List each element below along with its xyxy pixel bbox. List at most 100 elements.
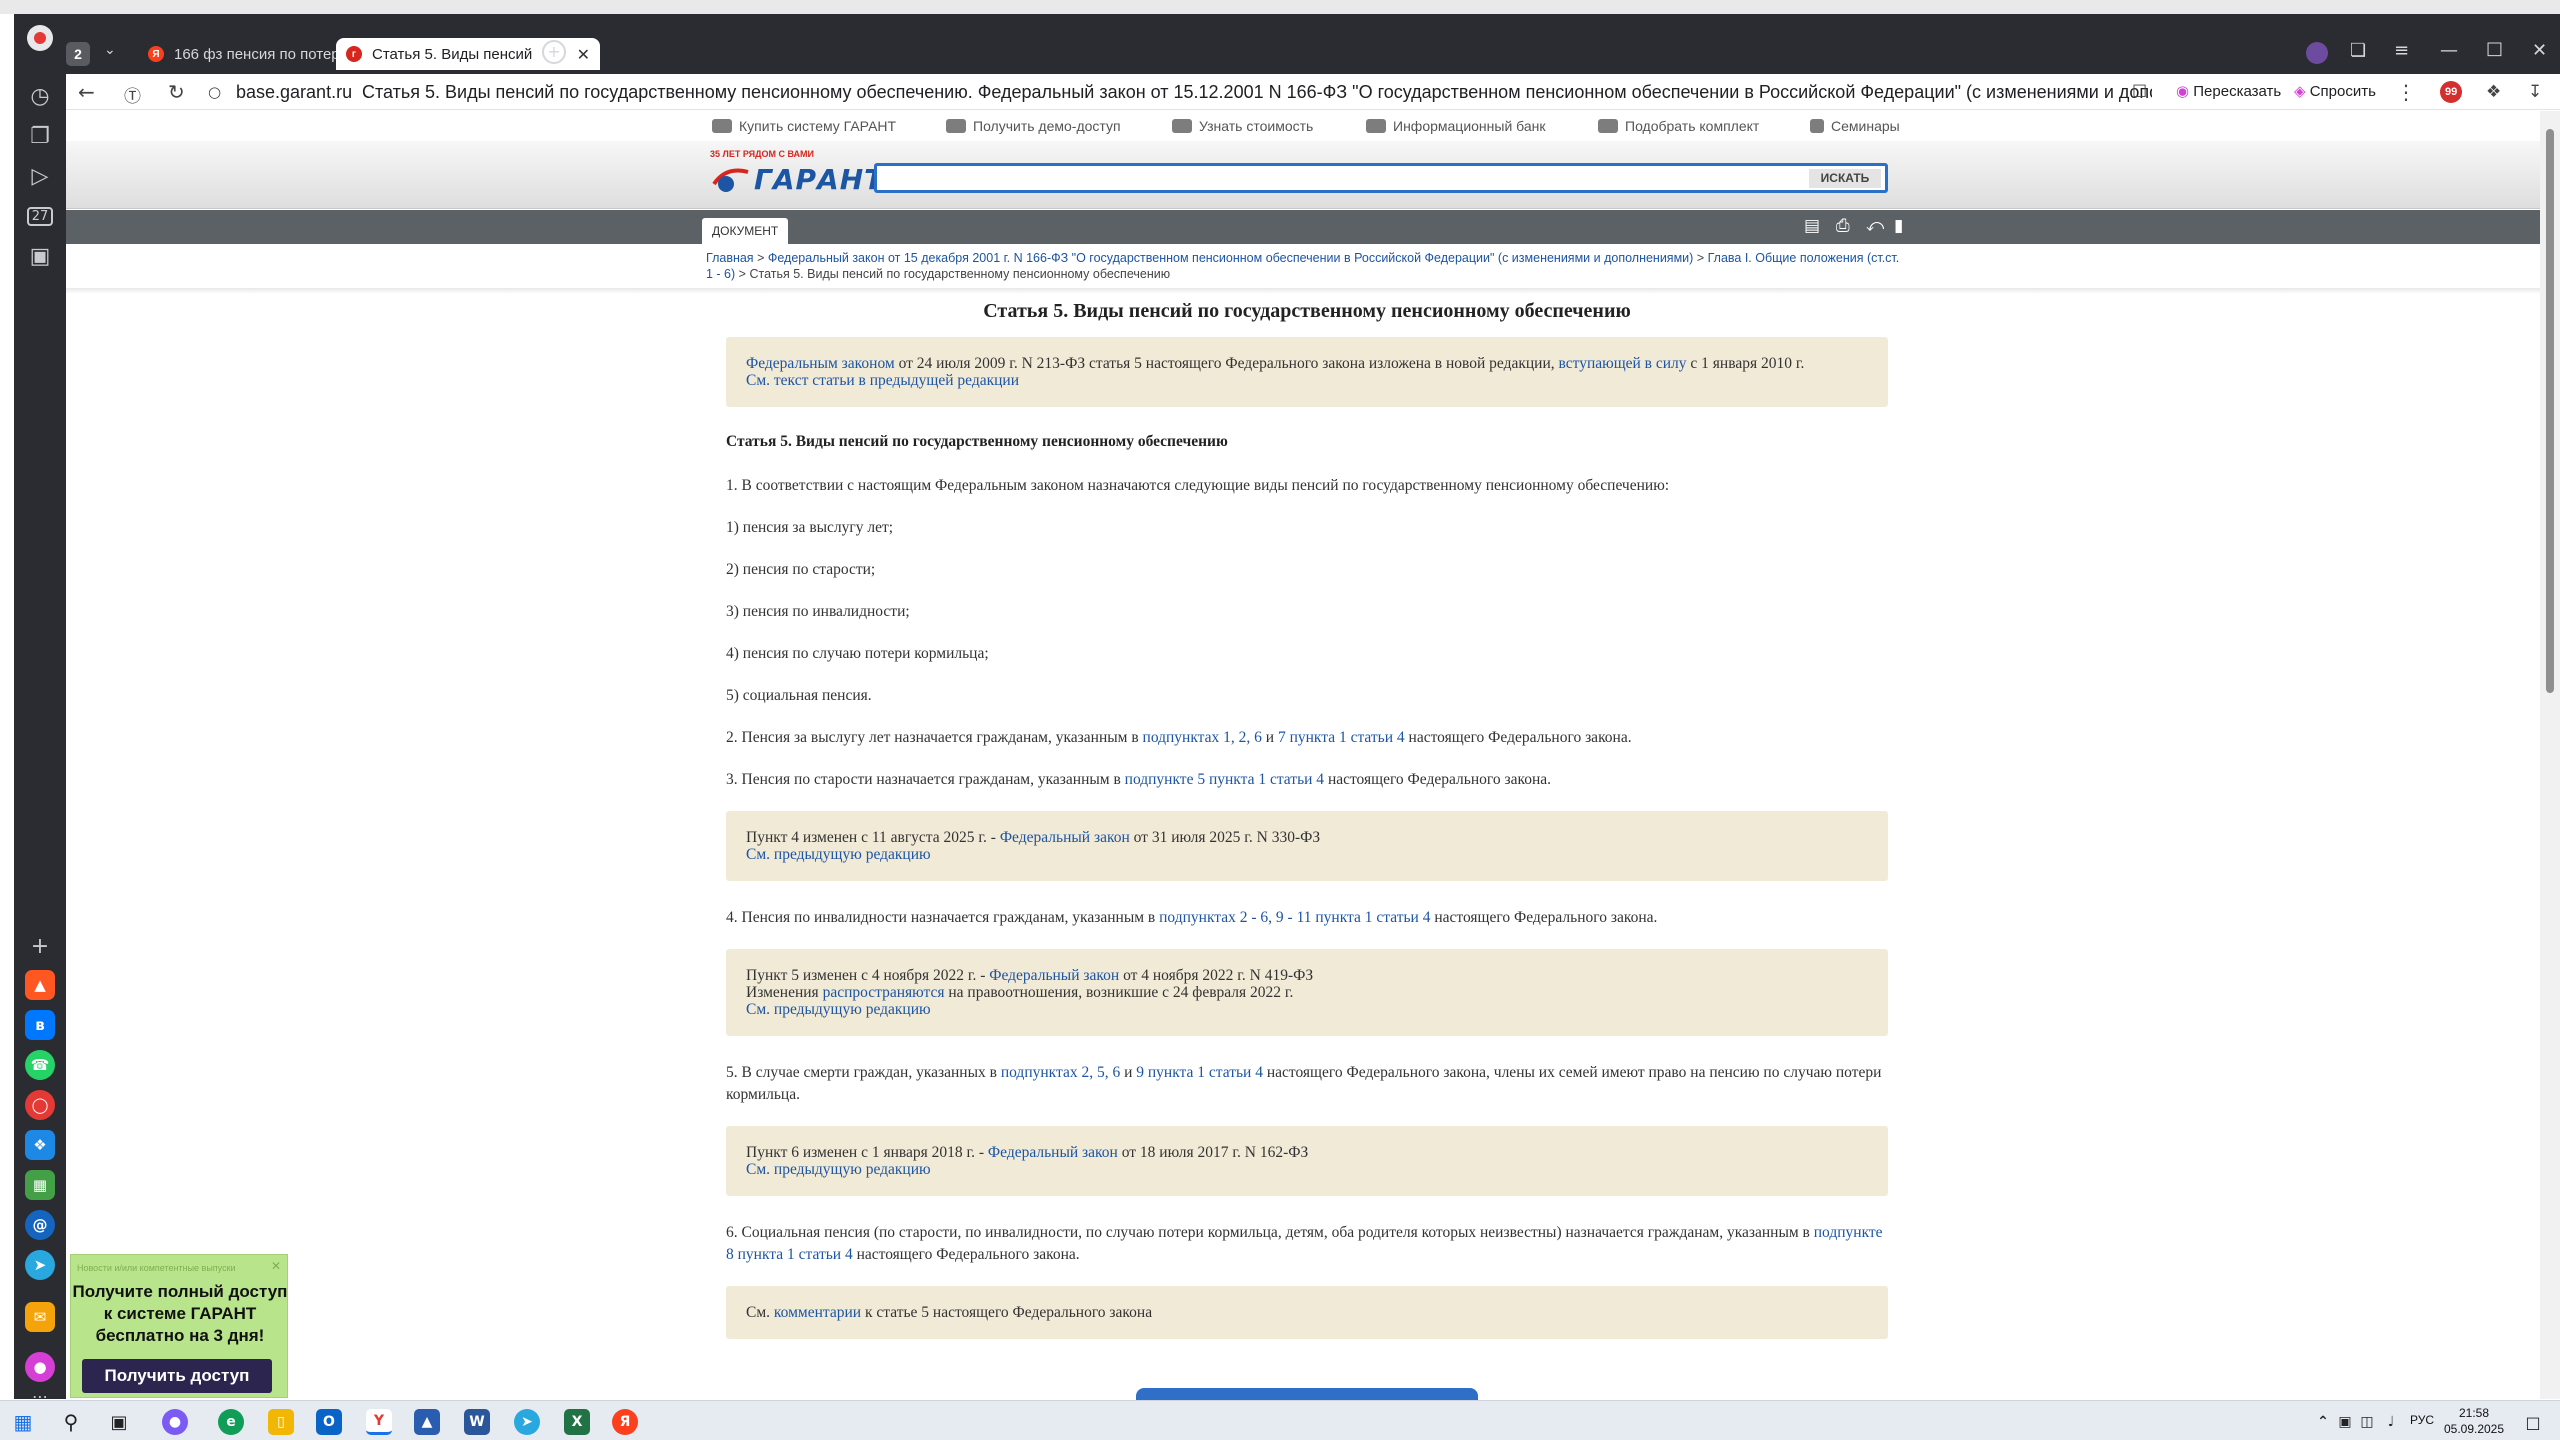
- assistant-icon[interactable]: ●: [162, 1409, 188, 1435]
- url-domain[interactable]: base.garant.ru: [236, 82, 352, 103]
- law-ref-link[interactable]: подпункте 5 пункта 1 статьи 4: [1125, 771, 1324, 788]
- law-link[interactable]: Федеральный закон: [989, 967, 1119, 984]
- bookmark-doc-icon[interactable]: ▮: [1894, 216, 1914, 236]
- note-link[interactable]: Федеральным законом: [746, 355, 895, 372]
- yandex-browser-icon[interactable]: Y: [366, 1409, 392, 1435]
- scroll-thumb[interactable]: [2546, 129, 2554, 693]
- previous-version-link[interactable]: См. предыдущую редакцию: [746, 1001, 931, 1018]
- downloads-icon[interactable]: ↧: [2528, 82, 2542, 102]
- extension-badge[interactable]: 99: [2440, 81, 2463, 103]
- video-icon[interactable]: ▷: [24, 160, 56, 192]
- nav-buy-system[interactable]: Купить систему ГАРАНТ: [712, 118, 896, 134]
- law-ref-link[interactable]: подпунктах 2, 5, 6: [1001, 1064, 1120, 1081]
- tabs-dropdown-icon[interactable]: ⌄: [104, 42, 116, 58]
- reload-icon[interactable]: ↻: [168, 80, 185, 104]
- minimize-icon[interactable]: —: [2440, 40, 2458, 61]
- previous-version-link[interactable]: См. предыдущую редакцию: [746, 1161, 931, 1178]
- paragraph-2: 2. Пенсия за выслугу лет назначается гра…: [726, 729, 1632, 746]
- page-scrollbar[interactable]: [2540, 111, 2560, 1399]
- previous-version-link[interactable]: См. текст статьи в предыдущей редакции: [746, 372, 1019, 389]
- volume-icon[interactable]: ♩: [2378, 1409, 2404, 1435]
- close-tab-icon[interactable]: ✕: [569, 45, 590, 64]
- edge-icon[interactable]: e: [218, 1409, 244, 1435]
- comments-link[interactable]: комментарии: [774, 1304, 861, 1321]
- retell-button[interactable]: ◉ Пересказать: [2176, 82, 2281, 100]
- law-link[interactable]: Федеральный закон: [988, 1144, 1118, 1161]
- header-shadow: [66, 288, 2540, 294]
- law-ref-link[interactable]: 9 пункта 1 статьи 4: [1136, 1064, 1263, 1081]
- nav-info-bank[interactable]: Информационный банк: [1366, 118, 1546, 134]
- nav-price[interactable]: Узнать стоимость: [1172, 118, 1313, 134]
- whatsapp-icon[interactable]: ☎: [25, 1050, 55, 1080]
- search-taskbar-icon[interactable]: ⚲: [58, 1409, 84, 1435]
- yandex-icon[interactable]: Ⓣ: [124, 82, 141, 107]
- mail-envelope-icon[interactable]: ✉: [25, 1302, 55, 1332]
- law-link[interactable]: Федеральный закон: [1000, 829, 1130, 846]
- flame-app-icon[interactable]: ▲: [25, 970, 55, 1000]
- calendar-icon[interactable]: 27: [24, 200, 56, 232]
- breadcrumb-law[interactable]: Федеральный закон от 15 декабря 2001 г. …: [768, 251, 1693, 265]
- vk-icon[interactable]: в: [25, 1010, 55, 1040]
- yandex-app-icon[interactable]: Я: [612, 1409, 638, 1435]
- back-icon[interactable]: ←: [78, 80, 95, 104]
- add-panel-icon[interactable]: +: [24, 930, 56, 962]
- yandex-favicon-icon: Я: [148, 46, 164, 62]
- save-icon[interactable]: ▤: [1804, 216, 1824, 236]
- blue-app-icon[interactable]: ❖: [25, 1130, 55, 1160]
- share-icon[interactable]: ⤺: [1866, 216, 1886, 236]
- browser-menu-icon[interactable]: ≡: [2394, 40, 2409, 61]
- outlook-icon[interactable]: O: [316, 1409, 342, 1435]
- search-input[interactable]: ИСКАТЬ: [874, 163, 1888, 193]
- alice-icon[interactable]: ●: [25, 1352, 55, 1382]
- search-button[interactable]: ИСКАТЬ: [1809, 169, 1881, 188]
- ask-button[interactable]: ◈ Спросить: [2294, 82, 2376, 100]
- task-view-icon[interactable]: ▣: [106, 1409, 132, 1435]
- screenshot-icon[interactable]: ▣: [24, 240, 56, 272]
- nav-seminars[interactable]: Семинары: [1810, 118, 1900, 134]
- breadcrumb-home[interactable]: Главная: [706, 251, 754, 265]
- collections-icon[interactable]: ❐: [24, 120, 56, 152]
- profile-avatar[interactable]: [2306, 42, 2328, 64]
- collections-toolbar-icon[interactable]: ❏: [2350, 40, 2366, 61]
- law-ref-link[interactable]: подпунктах 2 - 6, 9 - 11 пункта 1 статьи…: [1159, 909, 1430, 926]
- more-actions-icon[interactable]: ⋮: [2396, 80, 2416, 104]
- apply-link[interactable]: распространяются: [823, 984, 945, 1001]
- system-clock[interactable]: 21:58 05.09.2025: [2440, 1405, 2508, 1437]
- tab-count-badge[interactable]: 2: [66, 42, 90, 66]
- red-app-icon[interactable]: ◯: [25, 1090, 55, 1120]
- language-indicator[interactable]: РУС: [2410, 1413, 2434, 1427]
- yandex-menu-icon[interactable]: [24, 22, 56, 54]
- start-icon[interactable]: ▦: [10, 1409, 36, 1435]
- notifications-icon[interactable]: □: [2520, 1409, 2546, 1435]
- photos-icon[interactable]: ▲: [414, 1409, 440, 1435]
- garant-logo[interactable]: 35 ЛЕТ РЯДОМ С ВАМИ ГАРАНТ: [710, 149, 883, 203]
- tab-document[interactable]: ДОКУМЕНТ: [702, 218, 789, 244]
- bookmark-icon[interactable]: ☐: [2132, 82, 2147, 102]
- get-access-button[interactable]: Получить доступ: [82, 1359, 272, 1393]
- law-ref-link[interactable]: подпунктах 1, 2, 6: [1143, 729, 1262, 746]
- excel-icon[interactable]: X: [564, 1409, 590, 1435]
- extensions-icon[interactable]: ❖: [2486, 82, 2501, 102]
- promo-caption: Новости и/или компетентные выпуски: [77, 1263, 236, 1273]
- grid-app-icon[interactable]: ▦: [25, 1170, 55, 1200]
- word-icon[interactable]: W: [464, 1409, 490, 1435]
- url-page-title[interactable]: Статья 5. Виды пенсий по государственном…: [362, 82, 2152, 103]
- close-window-icon[interactable]: ✕: [2532, 40, 2547, 61]
- law-ref-link[interactable]: 7 пункта 1 статьи 4: [1278, 729, 1405, 746]
- previous-version-link[interactable]: См. предыдущую редакцию: [746, 846, 931, 863]
- network-icon[interactable]: ◫: [2354, 1409, 2380, 1435]
- nav-pick-set[interactable]: Подобрать комплект: [1598, 118, 1759, 134]
- note-link[interactable]: вступающей в силу: [1559, 355, 1687, 372]
- nav-demo-access[interactable]: Получить демо-доступ: [946, 118, 1121, 134]
- history-icon[interactable]: ◷: [24, 80, 56, 112]
- promo-close-icon[interactable]: ✕: [271, 1259, 281, 1273]
- telegram-icon[interactable]: ➤: [25, 1250, 55, 1280]
- maximize-icon[interactable]: □: [2486, 38, 2503, 59]
- telegram-taskbar-icon[interactable]: ➤: [514, 1409, 540, 1435]
- file-explorer-icon[interactable]: ▯: [268, 1409, 294, 1435]
- mail-at-icon[interactable]: @: [25, 1210, 55, 1240]
- new-tab-icon[interactable]: +: [542, 40, 566, 64]
- bottom-action-button[interactable]: [1136, 1388, 1478, 1400]
- print-icon[interactable]: ⎙: [1836, 216, 1856, 236]
- site-info-icon[interactable]: ○: [208, 83, 221, 101]
